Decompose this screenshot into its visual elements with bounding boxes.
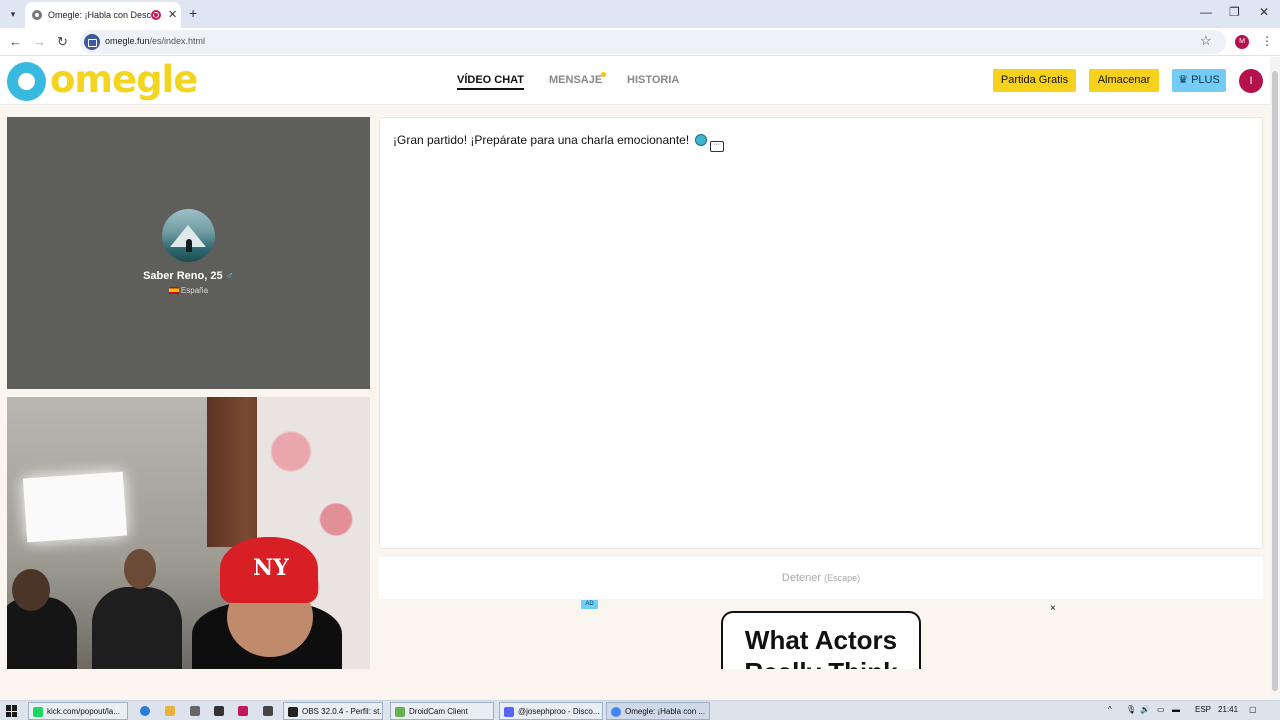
input-language[interactable]: ESP bbox=[1195, 705, 1211, 714]
mail-icon[interactable] bbox=[214, 706, 224, 716]
omegle-logo-text[interactable]: omegle bbox=[50, 58, 198, 101]
new-tab-button[interactable]: + bbox=[189, 5, 197, 21]
ad-banner[interactable]: What Actors Really Think bbox=[721, 611, 921, 669]
page-scrollbar[interactable] bbox=[1270, 57, 1280, 700]
windows-taskbar: kick.com/popout/la... OBS 32.0.4 - Perfi… bbox=[0, 700, 1280, 720]
taskbar-item-chrome[interactable]: Omegle: ¡Habla con ... bbox=[606, 702, 710, 720]
forward-arrow-icon[interactable]: → bbox=[33, 34, 46, 49]
tray-chevron-icon[interactable]: ^ bbox=[1108, 705, 1112, 714]
free-match-button[interactable]: Partida Gratis bbox=[993, 69, 1076, 92]
nav-historia[interactable]: HISTORIA bbox=[627, 74, 679, 86]
ad-headline-line2: Really Think bbox=[723, 657, 919, 669]
restore-button[interactable]: ❐ bbox=[1229, 5, 1240, 19]
browser-tab-strip: ▾ Omegle: ¡Habla con Desconocidos! ✕ + —… bbox=[0, 0, 1280, 28]
plus-button[interactable]: ♛ PLUS bbox=[1172, 69, 1226, 92]
obs-icon bbox=[288, 707, 298, 717]
taskbar-item-droidcam[interactable]: DroidCam Client bbox=[390, 702, 494, 720]
discord-icon bbox=[504, 707, 514, 717]
recording-indicator-icon bbox=[151, 10, 161, 20]
minimize-button[interactable]: — bbox=[1200, 5, 1212, 19]
app-dark-icon[interactable] bbox=[263, 706, 273, 716]
ad-close-icon[interactable]: × bbox=[1050, 603, 1056, 614]
new-message-dot bbox=[601, 72, 606, 77]
stop-button[interactable]: Detener (Escape) bbox=[379, 572, 1263, 584]
droidcam-icon bbox=[395, 707, 405, 717]
clock[interactable]: 21:41 bbox=[1218, 705, 1238, 714]
gender-icon: ♂ bbox=[225, 270, 234, 282]
nav-mensaje[interactable]: MENSAJE bbox=[549, 74, 602, 86]
reload-icon[interactable]: ↻ bbox=[57, 34, 68, 50]
bookmark-star-icon[interactable]: ☆ bbox=[1200, 33, 1212, 49]
stranger-avatar bbox=[162, 209, 215, 262]
tab-title: Omegle: ¡Habla con Desconocidos! bbox=[48, 10, 156, 20]
volume-icon[interactable]: 🔊 bbox=[1140, 705, 1150, 714]
taskbar-item-discord[interactable]: @josephproo - Disco... bbox=[499, 702, 603, 720]
stranger-country: España bbox=[7, 286, 370, 295]
url-input[interactable]: omegle.fun/es/index.html ☆ bbox=[80, 30, 1226, 54]
stranger-video-panel: Saber Reno, 25 ♂ España bbox=[7, 117, 370, 389]
app-red-icon[interactable] bbox=[238, 706, 248, 716]
chat-log: ¡Gran partido! ¡Prepárate para una charl… bbox=[379, 117, 1263, 549]
start-menu-icon[interactable] bbox=[6, 705, 18, 717]
tab-search-button[interactable]: ▾ bbox=[5, 6, 21, 22]
ad-badge: AD bbox=[581, 600, 598, 609]
battery-icon[interactable]: ▬ bbox=[1172, 705, 1180, 714]
chrome-icon bbox=[611, 707, 621, 717]
edge-icon[interactable] bbox=[140, 706, 150, 716]
kick-icon bbox=[33, 707, 43, 717]
file-explorer-icon[interactable] bbox=[165, 706, 175, 716]
browser-profile-avatar[interactable]: M bbox=[1235, 35, 1249, 49]
network-icon[interactable]: ▭ bbox=[1157, 705, 1165, 714]
nav-video-chat[interactable]: VÍDEO CHAT bbox=[457, 74, 525, 90]
webcam-person-cap: NY bbox=[220, 537, 318, 603]
chat-bubble-icon: ··· bbox=[709, 141, 724, 152]
system-message: ¡Gran partido! ¡Prepárate para una charl… bbox=[393, 133, 724, 152]
close-window-button[interactable]: ✕ bbox=[1259, 5, 1269, 19]
microphone-icon[interactable]: 🎙 bbox=[1126, 705, 1136, 714]
globe-icon bbox=[694, 134, 707, 146]
address-bar-row: ← → ↻ omegle.fun/es/index.html ☆ bbox=[0, 28, 1280, 56]
user-avatar[interactable]: I bbox=[1239, 69, 1263, 93]
site-header: omegle VÍDEO CHAT MENSAJE HISTORIA Parti… bbox=[0, 57, 1270, 105]
browser-tab[interactable]: Omegle: ¡Habla con Desconocidos! ✕ bbox=[25, 2, 181, 28]
scrollbar-thumb[interactable] bbox=[1272, 71, 1278, 691]
browser-menu-icon[interactable]: ⋮ bbox=[1261, 34, 1273, 48]
back-arrow-icon[interactable]: ← bbox=[9, 34, 22, 49]
self-webcam-video: NY bbox=[7, 397, 370, 669]
taskbar-item-kick[interactable]: kick.com/popout/la... bbox=[28, 702, 128, 720]
stop-bar: Detener (Escape) bbox=[379, 557, 1263, 599]
url-text: omegle.fun/es/index.html bbox=[105, 36, 206, 46]
site-info-icon[interactable] bbox=[84, 34, 100, 50]
notifications-icon[interactable]: ▢ bbox=[1249, 705, 1257, 714]
omegle-logo-icon[interactable] bbox=[7, 62, 46, 101]
store-icon[interactable] bbox=[190, 706, 200, 716]
store-button[interactable]: Almacenar bbox=[1089, 69, 1159, 92]
taskbar-item-obs[interactable]: OBS 32.0.4 - Perfil: st... bbox=[283, 702, 383, 720]
tab-favicon-icon bbox=[32, 10, 42, 20]
spain-flag-icon bbox=[168, 287, 179, 294]
stranger-name: Saber Reno, 25 ♂ bbox=[143, 270, 234, 282]
tab-close-icon[interactable]: ✕ bbox=[168, 8, 177, 21]
ad-headline-line1: What Actors bbox=[744, 625, 898, 655]
